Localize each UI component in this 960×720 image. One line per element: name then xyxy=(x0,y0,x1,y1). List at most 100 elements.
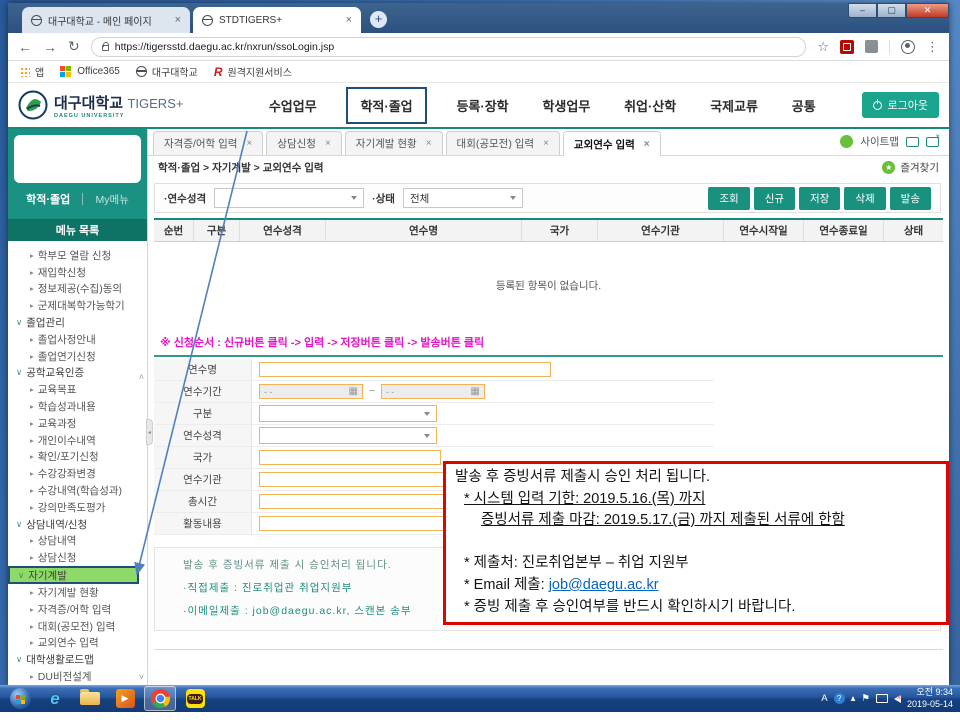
taskbar-explorer[interactable] xyxy=(74,686,106,711)
logout-button[interactable]: 로그아웃 xyxy=(862,92,939,118)
bookmark-star-icon[interactable]: ☆ xyxy=(817,39,829,55)
close-all-windows-icon[interactable] xyxy=(926,137,939,147)
pdf-extension-icon[interactable] xyxy=(840,40,854,54)
bookmark-item[interactable]: Office365 xyxy=(60,66,120,77)
chrome-menu-icon[interactable]: ⋮ xyxy=(926,39,939,55)
mdi-tab-대회(공모전) 입력[interactable]: 대회(공모전) 입력× xyxy=(446,131,560,155)
sidebar-menu-item[interactable]: ∨공학교육인증 xyxy=(8,365,147,382)
tab-close-icon[interactable]: × xyxy=(246,138,252,149)
browser-tab-daegu-main[interactable]: 대구대학교 - 메인 페이지 × xyxy=(22,7,190,33)
sidebar-menu-item[interactable]: ▸재입학신청 xyxy=(8,264,147,281)
sidebar-menu-item[interactable]: ▸졸업연기신청 xyxy=(8,348,147,365)
taskbar-clock[interactable]: 오전 9:34 2019-05-14 xyxy=(907,687,953,710)
mdi-tab-상담신청[interactable]: 상담신청× xyxy=(266,131,341,155)
sidebar-menu-item[interactable]: ▸학습성과내용 xyxy=(8,398,147,415)
network-monitor-icon[interactable] xyxy=(876,694,888,703)
nav-item-학적·졸업[interactable]: 학적·졸업 xyxy=(346,87,426,124)
sidebar-menu-item[interactable]: ∨자기계발 xyxy=(8,566,139,584)
scroll-down-icon[interactable]: ˅ xyxy=(139,672,144,682)
action-center-flag-icon[interactable]: ⚑ xyxy=(861,693,870,704)
date-input-start[interactable]: - -▦ xyxy=(259,384,363,399)
nav-item-국제교류[interactable]: 국제교류 xyxy=(706,90,762,121)
sidebar-menu-item[interactable]: ▸강의만족도평가 xyxy=(8,499,147,516)
sidebar-menu-item[interactable]: ∨상담내역/신청 xyxy=(8,516,147,533)
sitemap-link[interactable]: 사이트맵 xyxy=(860,134,899,149)
add-favorite[interactable]: ★ 즐겨찾기 xyxy=(882,160,939,175)
action-button-발송[interactable]: 발송 xyxy=(890,187,931,210)
date-input-end[interactable]: - -▦ xyxy=(381,384,485,399)
action-button-신규[interactable]: 신규 xyxy=(754,187,795,210)
extension-icon[interactable] xyxy=(865,40,878,53)
calendar-icon[interactable]: ▦ xyxy=(470,387,479,397)
sidebar-menu-item[interactable]: ▸자격증/어학 입력 xyxy=(8,601,147,618)
bookmark-item[interactable]: 대구대학교 xyxy=(136,64,198,79)
sidebar-tab-mymenu[interactable]: My메뉴 xyxy=(96,192,129,207)
open-windows-icon[interactable] xyxy=(906,137,919,147)
tab-close-icon[interactable]: × xyxy=(346,14,352,26)
sidebar-menu-item[interactable]: ▸자기계발 현황 xyxy=(8,584,147,601)
sidebar-menu-item[interactable]: ▸학부모 열람 신청 xyxy=(8,247,147,264)
sidebar-menu-item[interactable]: ▸대회(공모전) 입력 xyxy=(8,618,147,635)
university-logo[interactable]: 대구대학교 TIGERS+ DAEGU UNIVERSITY xyxy=(18,90,223,120)
tab-close-icon[interactable]: × xyxy=(325,138,331,149)
sidebar-menu-item[interactable]: ▸DU비전설계 xyxy=(8,668,147,685)
action-button-조회[interactable]: 조회 xyxy=(708,187,749,210)
browser-tab-stdtigers[interactable]: STDTIGERS+ × xyxy=(193,7,361,33)
new-tab-button[interactable]: + xyxy=(370,11,387,28)
text-input-연수명[interactable] xyxy=(259,362,551,377)
maximize-button[interactable]: ▢ xyxy=(877,3,906,18)
tab-close-icon[interactable]: × xyxy=(644,139,650,150)
start-button[interactable] xyxy=(4,686,36,711)
sidebar-menu-item[interactable]: ▸교육목표 xyxy=(8,381,147,398)
sidebar-menu-item[interactable]: ▸수강강좌변경 xyxy=(8,465,147,482)
bookmark-item[interactable]: 앱 xyxy=(20,64,44,79)
sidebar-menu-item[interactable]: ▸군제대복학가능학기 xyxy=(8,297,147,314)
muted-speaker-icon[interactable] xyxy=(894,695,901,703)
status-select[interactable]: 전체 xyxy=(403,188,523,208)
nav-item-공통[interactable]: 공통 xyxy=(788,90,820,121)
scroll-up-icon[interactable]: ˄ xyxy=(139,372,144,382)
mdi-tab-교외연수 입력[interactable]: 교외연수 입력× xyxy=(563,131,661,156)
taskbar-ie[interactable]: e xyxy=(39,686,71,711)
profile-avatar-icon[interactable] xyxy=(901,40,915,54)
sidebar-menu-item[interactable]: ▸수강내역(학습성과) xyxy=(8,482,147,499)
show-hidden-icons[interactable]: ▴ xyxy=(851,693,856,704)
tab-close-icon[interactable]: × xyxy=(175,14,181,26)
sidebar-menu-item[interactable]: ▸상담신청 xyxy=(8,549,147,566)
taskbar-chrome[interactable] xyxy=(144,686,176,711)
help-tray-icon[interactable]: ? xyxy=(834,693,845,704)
taskbar-media-player[interactable]: ▶ xyxy=(109,686,141,711)
sidebar-menu-item[interactable]: ▸확인/포기신청 xyxy=(8,449,147,466)
nav-item-등록·장학[interactable]: 등록·장학 xyxy=(452,90,512,121)
training-nature-select[interactable] xyxy=(214,188,364,208)
sidebar-collapse-handle[interactable]: ◂ xyxy=(146,419,153,445)
refresh-icon[interactable]: ↻ xyxy=(68,38,80,55)
sidebar-menu-item[interactable]: ▸교육과정 xyxy=(8,415,147,432)
language-indicator[interactable]: A xyxy=(821,693,827,704)
nav-item-취업·산학[interactable]: 취업·산학 xyxy=(620,90,680,121)
tab-close-icon[interactable]: × xyxy=(543,138,549,149)
taskbar-kakaotalk[interactable]: TALK xyxy=(179,686,211,711)
text-input-국가[interactable] xyxy=(259,450,441,465)
url-field[interactable]: https://tigersstd.daegu.ac.kr/nxrun/ssoL… xyxy=(91,37,807,57)
sidebar-menu-item[interactable]: ▸개인이수내역 xyxy=(8,432,147,449)
sidebar-menu-item[interactable]: ▸교외연수 입력 xyxy=(8,635,147,652)
mdi-tab-자격증/어학 입력[interactable]: 자격증/어학 입력× xyxy=(153,131,263,155)
sidebar-menu-item[interactable]: ∨대학생활로드맵 xyxy=(8,651,147,668)
sidebar-tab-haksek[interactable]: 학적·졸업 xyxy=(26,191,70,207)
bookmark-item[interactable]: R원격지원서비스 xyxy=(214,64,292,79)
sidebar-menu-item[interactable]: ▸상담내역 xyxy=(8,533,147,550)
sidebar-menu-item[interactable]: ∨졸업관리 xyxy=(8,314,147,331)
sidebar-menu-item[interactable]: ▸졸업사정안내 xyxy=(8,331,147,348)
select-연수성격[interactable] xyxy=(259,427,437,444)
action-button-저장[interactable]: 저장 xyxy=(799,187,840,210)
back-icon[interactable]: ← xyxy=(18,39,32,55)
forward-icon[interactable]: → xyxy=(43,39,57,55)
select-구분[interactable] xyxy=(259,405,437,422)
minimize-button[interactable]: – xyxy=(848,3,877,18)
mdi-tab-자기계발 현황[interactable]: 자기계발 현황× xyxy=(345,131,443,155)
nav-item-수업업무[interactable]: 수업업무 xyxy=(265,90,321,121)
action-button-삭제[interactable]: 삭제 xyxy=(844,187,885,210)
nav-item-학생업무[interactable]: 학생업무 xyxy=(538,90,594,121)
calendar-icon[interactable]: ▦ xyxy=(349,387,358,397)
